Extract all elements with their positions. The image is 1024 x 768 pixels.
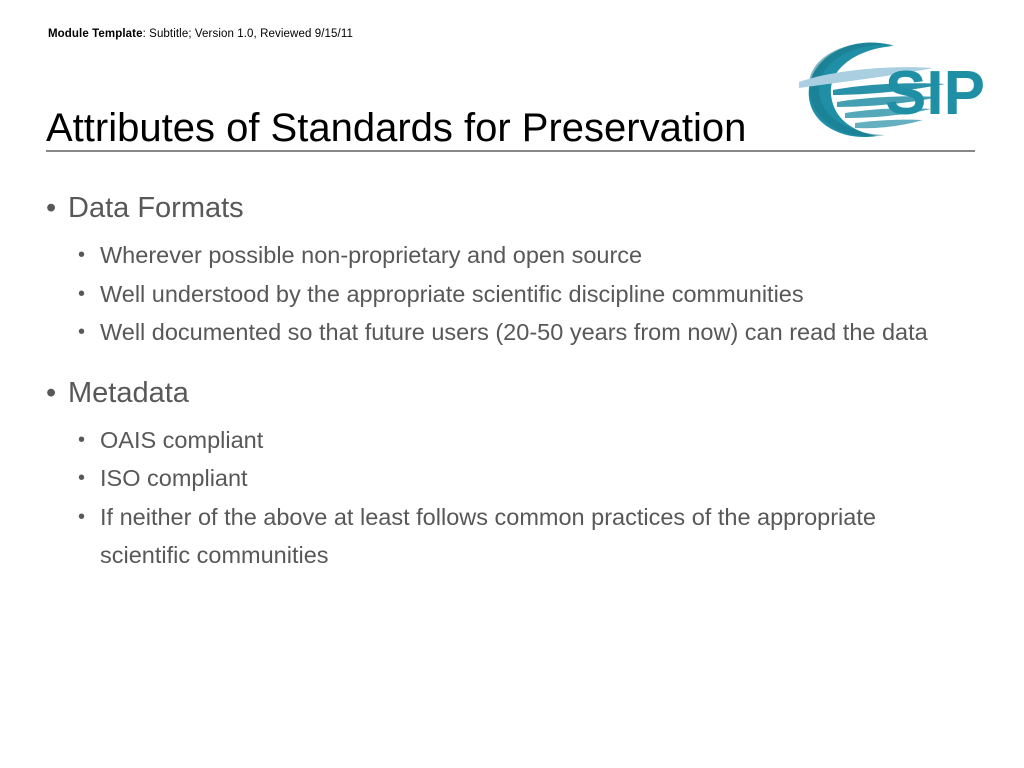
bullet-level2: • Well understood by the appropriate sci… (46, 275, 976, 314)
bullet-dot-icon: • (78, 467, 86, 489)
bullet-dot-icon: • (78, 282, 86, 305)
bullet-level1-label: Metadata (68, 376, 189, 409)
slide-header-bold-prefix: Module Template (48, 28, 143, 40)
sublist-data-formats: • Wherever possible non-proprietary and … (46, 236, 976, 352)
bullet-level2: • Well documented so that future users (… (46, 313, 976, 352)
bullet-level2-label: Wherever possible non-proprietary and op… (100, 242, 643, 268)
slide-title: Attributes of Standards for Preservation (46, 106, 747, 150)
bullet-level1-label: Data Formats (68, 192, 244, 224)
bullet-level2: • Wherever possible non-proprietary and … (46, 236, 976, 275)
sublist-metadata: • OAIS compliant • ISO compliant • If ne… (46, 421, 976, 575)
bullet-level2-label: If neither of the above at least follows… (100, 503, 876, 569)
bullet-level2-label: OAIS compliant (100, 426, 264, 453)
presentation-slide: Module Template: Subtitle; Version 1.0, … (0, 0, 1024, 768)
bullet-dot-icon: • (78, 321, 86, 343)
bullet-dot-icon: • (46, 376, 57, 409)
bullet-level2: • ISO compliant (46, 459, 976, 498)
bullet-dot-icon: • (46, 192, 57, 224)
bullet-dot-icon: • (78, 505, 86, 528)
bullet-level1-data-formats: • Data Formats (46, 186, 976, 230)
title-divider (46, 150, 975, 152)
bullet-level2: • OAIS compliant (46, 421, 976, 460)
slide-header: Module Template: Subtitle; Version 1.0, … (48, 27, 353, 41)
bullet-level2-label: Well documented so that future users (20… (100, 319, 928, 345)
bullet-dot-icon: • (78, 244, 86, 266)
slide-body: • Data Formats • Wherever possible non-p… (46, 186, 976, 575)
bullet-level2-label: Well understood by the appropriate scien… (100, 280, 804, 307)
bullet-level2-label: ISO compliant (100, 465, 248, 491)
esip-logo: SIP (793, 32, 983, 144)
bullet-level2: • If neither of the above at least follo… (46, 498, 976, 575)
bullet-dot-icon: • (78, 428, 86, 451)
bullet-level1-metadata: • Metadata (46, 371, 976, 415)
slide-header-rest: : Subtitle; Version 1.0, Reviewed 9/15/1… (142, 28, 353, 40)
esip-logo-wordmark: SIP (885, 59, 983, 128)
